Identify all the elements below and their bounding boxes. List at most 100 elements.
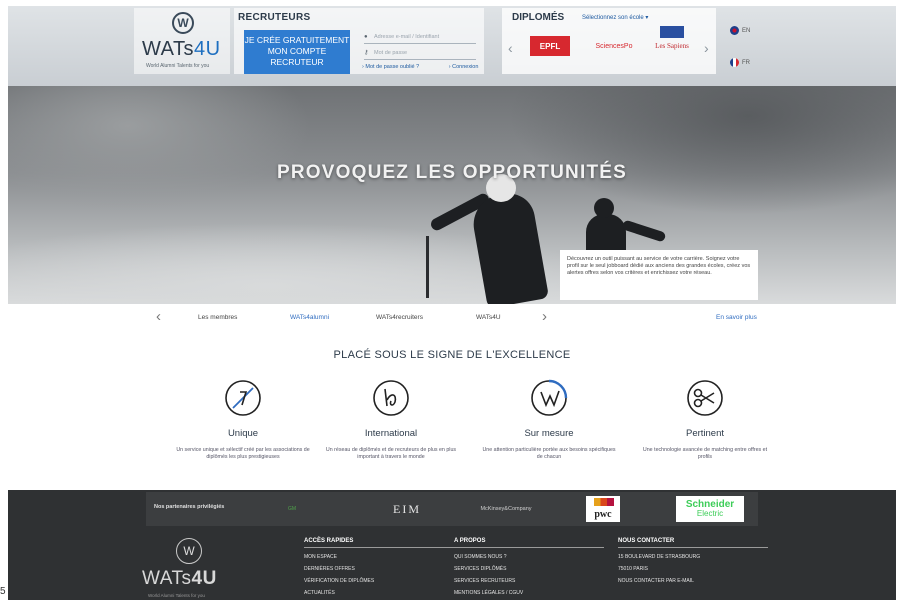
email-field[interactable]: ● Adresse e-mail / Identifiant — [364, 32, 476, 44]
footer-logo-text: WATs4U — [142, 568, 217, 589]
learn-more-link[interactable]: En savoir plus — [716, 314, 757, 321]
partner-logo-schneider[interactable]: Schneider Electric — [676, 496, 744, 522]
footer-link-my-space[interactable]: MON ESPACE — [304, 554, 454, 560]
schools-prev-arrow-icon[interactable]: ‹ — [508, 40, 513, 56]
logo-text: WATs4U — [142, 38, 221, 60]
feature-description: Une technologie avancée de matching entr… — [642, 447, 768, 460]
nav-item-wats4alumni[interactable]: WATs4alumni — [290, 314, 329, 321]
hero-climber-image — [468, 189, 550, 304]
footer-column-title: ACCÈS RAPIDES — [304, 538, 454, 548]
page: W WATs4U World Alumni Talents for you RE… — [8, 6, 896, 600]
email-placeholder: Adresse e-mail / Identifiant — [374, 34, 440, 40]
language-fr-label: FR — [742, 60, 750, 67]
feature-custom: Sur mesure Une attention particulière po… — [474, 378, 624, 461]
footer-link-diploma-check[interactable]: VÉRIFICATION DE DIPLÔMES — [304, 578, 454, 584]
language-en-label: EN — [742, 28, 751, 35]
scissors-icon — [687, 380, 723, 416]
hero-banner: PROVOQUEZ LES OPPORTUNITÉS Découvrez un … — [8, 86, 896, 304]
language-fr[interactable]: FR — [730, 58, 750, 67]
hero-climber-image — [621, 219, 667, 243]
logo-tagline: World Alumni Talents for you — [146, 63, 210, 69]
france-flag-icon — [730, 58, 739, 67]
sapiens-label: Les Sapiens — [655, 42, 689, 50]
international-icon — [373, 380, 409, 416]
nav-item-members[interactable]: Les membres — [198, 314, 237, 321]
footer-link-latest-offers[interactable]: DERNIÈRES OFFRES — [304, 566, 454, 572]
partners-label: Nos partenaires privilégiés — [154, 504, 225, 510]
footer-link-news[interactable]: ACTUALITÉS — [304, 590, 454, 596]
contact-city: 75010 PARIS — [618, 566, 648, 572]
schools-next-arrow-icon[interactable]: › — [704, 40, 709, 56]
unique-icon — [225, 380, 261, 416]
page-corner-digit: 5 — [0, 586, 6, 597]
school-logo-sciencespo[interactable]: SciencesPo — [590, 36, 638, 56]
footer-link-graduate-services[interactable]: SERVICES DIPLÔMÉS — [454, 566, 604, 572]
feature-description: Un réseau de diplômés et de recruteurs d… — [325, 447, 457, 460]
school-logo-epfl[interactable]: EPFL — [530, 36, 570, 56]
footer-contact: NOUS CONTACTER 15 BOULEVARD DE STRASBOUR… — [618, 538, 768, 584]
footer-logo-tagline: World Alumni Talents for you — [148, 593, 205, 598]
partner-logo-eim[interactable]: EIM — [374, 500, 440, 518]
nav-item-wats4u[interactable]: WATs4U — [476, 314, 501, 321]
logo-accent: 4U — [191, 568, 217, 589]
feature-title: Pertinent — [685, 428, 725, 439]
custom-fit-icon — [531, 379, 568, 416]
feature-unique: Unique Un service unique et sélectif cré… — [168, 378, 318, 461]
sapiens-emblem-icon — [660, 26, 684, 38]
site-logo[interactable]: W WATs4U World Alumni Talents for you — [134, 8, 230, 74]
feature-international: International Un réseau de diplômés et d… — [316, 378, 466, 461]
school-logo-sapiens[interactable]: Les Sapiens — [650, 26, 694, 56]
footer-link-recruiter-services[interactable]: SERVICES RECRUTEURS — [454, 578, 604, 584]
nav-prev-arrow-icon[interactable]: ‹ — [156, 308, 161, 325]
partner-logo-gm[interactable]: GM — [264, 500, 320, 518]
header: W WATs4U World Alumni Talents for you RE… — [8, 6, 896, 86]
forgot-password-label: Mot de passe oublié ? — [365, 64, 420, 70]
login-link[interactable]: › Connexion — [449, 64, 493, 70]
graduates-panel: DIPLOMÉS Sélectionnez son école ▾ ‹ EPFL… — [502, 8, 716, 74]
pwc-label: pwc — [594, 509, 612, 520]
logo-accent: 4U — [194, 38, 221, 60]
language-en[interactable]: EN — [730, 26, 750, 35]
nav-next-arrow-icon[interactable]: › — [542, 308, 547, 325]
feature-title: International — [364, 428, 418, 439]
footer-link-legal[interactable]: MENTIONS LÉGALES / CGUV — [454, 590, 604, 596]
logo-mark-icon: W — [172, 12, 194, 34]
school-select-value: Sélectionnez son école — [582, 15, 644, 21]
recruiters-panel: RECRUTEURS JE CRÉE GRATUITEMENT MON COMP… — [234, 8, 484, 74]
footer-column-title: A PROPOS — [454, 538, 604, 548]
pwc-bars-icon — [594, 498, 614, 506]
login-label: Connexion — [452, 64, 479, 70]
feature-title: Unique — [227, 428, 259, 439]
schneider-sub-label: Electric — [696, 509, 724, 518]
user-icon: ● — [364, 34, 368, 40]
footer-column-title: NOUS CONTACTER — [618, 538, 768, 548]
hero-description-card: Découvrez un outil puissant au service d… — [560, 250, 758, 300]
footer-link-who-we-are[interactable]: QUI SOMMES NOUS ? — [454, 554, 604, 560]
section-nav: ‹ Les membres WATs4alumni WATs4recruiter… — [8, 304, 896, 332]
graduates-title: DIPLOMÉS — [512, 12, 565, 23]
create-recruiter-account-button[interactable]: JE CRÉE GRATUITEMENT MON COMPTE RECRUTEU… — [244, 30, 350, 74]
school-select[interactable]: Sélectionnez son école ▾ — [582, 14, 648, 21]
feature-title: Sur mesure — [524, 428, 574, 439]
key-icon: ⚷ — [364, 50, 369, 56]
password-placeholder: Mot de passe — [374, 50, 408, 56]
uk-flag-icon — [730, 26, 739, 35]
feature-description: Un service unique et sélectif créé par l… — [176, 447, 310, 460]
password-field[interactable]: ⚷ Mot de passe — [364, 48, 476, 60]
nav-item-wats4recruiters[interactable]: WATs4recruiters — [376, 314, 423, 321]
hero-title: PROVOQUEZ LES OPPORTUNITÉS — [276, 162, 628, 183]
footer-quick-access: ACCÈS RAPIDES MON ESPACE DERNIÈRES OFFRE… — [304, 538, 454, 596]
chevron-down-icon: ▾ — [645, 15, 649, 21]
feature-description: Une attention particulière portée aux be… — [482, 447, 616, 460]
footer-logo-mark-icon: W — [176, 538, 202, 564]
recruiters-title: RECRUTEURS — [238, 12, 311, 23]
contact-email-link[interactable]: NOUS CONTACTER PAR E-MAIL — [618, 578, 768, 584]
partner-logo-pwc[interactable]: pwc — [586, 496, 620, 522]
excellence-title: PLACÉ SOUS LE SIGNE DE L'EXCELLENCE — [333, 349, 571, 361]
hero-climber-image — [426, 236, 429, 298]
partner-logo-mckinsey[interactable]: McKinsey&Company — [468, 500, 544, 518]
login-links: › Mot de passe oublié ? › Connexion — [362, 64, 506, 70]
contact-address: 15 BOULEVARD DE STRASBOURG — [618, 554, 701, 560]
footer: Nos partenaires privilégiés GM EIM McKin… — [8, 490, 896, 600]
forgot-password-link[interactable]: › Mot de passe oublié ? — [362, 64, 433, 70]
